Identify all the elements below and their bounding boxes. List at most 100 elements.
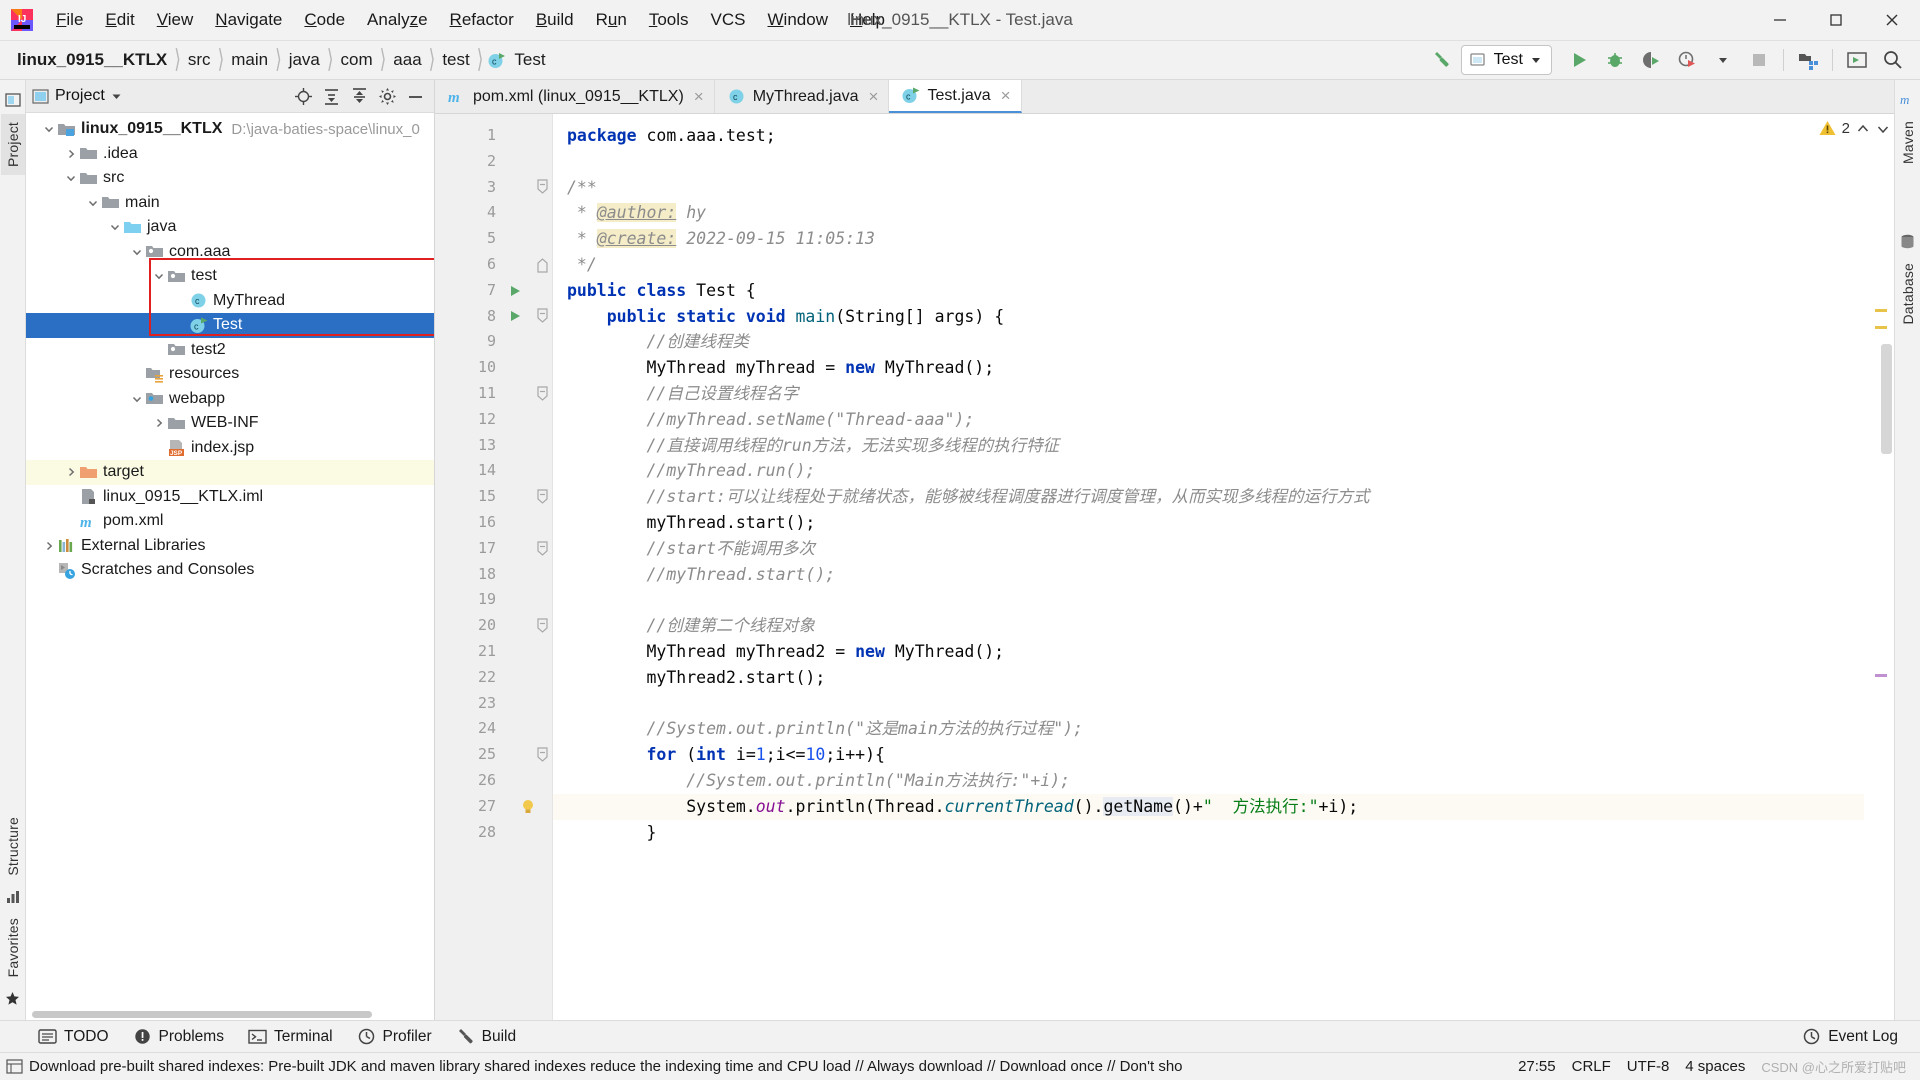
tree-node-linux-0915-ktlx[interactable]: linux_0915__KTLX D:\java-baties-space\lin… <box>26 117 434 142</box>
gutter-marker[interactable] <box>507 381 552 407</box>
tree-node-linux-0915-ktlx-iml[interactable]: linux_0915__KTLX.iml <box>26 485 434 510</box>
close-tab-icon[interactable]: × <box>869 87 879 107</box>
gutter-marker[interactable] <box>507 794 552 820</box>
tree-arrow-down-icon[interactable] <box>62 172 79 184</box>
gutter-marker[interactable] <box>507 639 552 665</box>
gutter-marker[interactable] <box>507 742 552 768</box>
tree-node-src[interactable]: src <box>26 166 434 191</box>
gutter-marker[interactable] <box>507 226 552 252</box>
minimize-icon[interactable] <box>1752 0 1808 41</box>
terminal-window-icon[interactable] <box>1840 44 1874 76</box>
bottom-tool-terminal[interactable]: Terminal <box>238 1023 343 1050</box>
gutter-marker[interactable] <box>507 123 552 149</box>
bottom-tool-problems[interactable]: Problems <box>123 1023 234 1050</box>
code-line[interactable] <box>553 587 1864 613</box>
code-line[interactable]: //直接调用线程的run方法，无法实现多线程的执行特征 <box>553 433 1864 459</box>
code-line[interactable]: //start不能调用多次 <box>553 536 1864 562</box>
gutter-marker[interactable] <box>507 252 552 278</box>
file-encoding[interactable]: UTF-8 <box>1627 1058 1670 1075</box>
sidebar-item-structure[interactable]: Structure <box>1 809 25 884</box>
code-editor[interactable]: 1 2 3 4 5 6 7 8 9 10 11 12 13 14 15 16 17 18 19 20 21 22 23 24 2… <box>435 114 1894 1020</box>
fold-region-start-icon[interactable] <box>536 618 549 634</box>
menu-help[interactable]: Help <box>839 7 896 33</box>
tree-node-java[interactable]: java <box>26 215 434 240</box>
tree-node-index-jsp[interactable]: JSP index.jsp <box>26 436 434 461</box>
tree-node-scratches-and-consoles[interactable]: Scratches and Consoles <box>26 558 434 583</box>
bottom-tool-profiler[interactable]: Profiler <box>347 1023 442 1050</box>
run-button[interactable] <box>1562 44 1596 76</box>
code-line[interactable]: package com.aaa.test; <box>553 123 1864 149</box>
breadcrumb-item-class[interactable]: Test <box>511 50 548 70</box>
code-line[interactable]: * @author: hy <box>553 200 1864 226</box>
code-line[interactable]: //自己设置线程名字 <box>553 381 1864 407</box>
menu-file[interactable]: File <box>45 7 94 33</box>
tree-node-com-aaa[interactable]: com.aaa <box>26 240 434 265</box>
tree-arrow-down-icon[interactable] <box>128 393 145 405</box>
collapse-all-icon[interactable] <box>347 84 372 109</box>
breadcrumb-item-test[interactable]: test <box>439 50 472 70</box>
chevron-down-icon[interactable] <box>1706 44 1740 76</box>
gutter-marker[interactable] <box>507 200 552 226</box>
tree-node-target[interactable]: target <box>26 460 434 485</box>
menu-window[interactable]: Window <box>757 7 839 33</box>
menu-build[interactable]: Build <box>525 7 585 33</box>
run-with-coverage-button[interactable] <box>1634 44 1668 76</box>
gutter-marker[interactable] <box>507 149 552 175</box>
code-line[interactable]: //start:可以让线程处于就绪状态，能够被线程调度器进行调度管理，从而实现多… <box>553 484 1864 510</box>
tree-arrow-down-icon[interactable] <box>128 246 145 258</box>
sidebar-item-favorites[interactable]: Favorites <box>1 910 25 985</box>
gutter-marker[interactable] <box>507 484 552 510</box>
menu-vcs[interactable]: VCS <box>700 7 757 33</box>
menu-code[interactable]: Code <box>293 7 356 33</box>
code-line[interactable]: //创建线程类 <box>553 329 1864 355</box>
hide-panel-icon[interactable] <box>403 84 428 109</box>
tree-node-idea[interactable]: .idea <box>26 142 434 167</box>
debug-button[interactable] <box>1598 44 1632 76</box>
sidebar-item-project[interactable]: Project <box>0 114 25 175</box>
search-everywhere-icon[interactable] <box>1876 44 1910 76</box>
close-tab-icon[interactable]: × <box>694 87 704 107</box>
code-line[interactable]: //创建第二个线程对象 <box>553 613 1864 639</box>
code-line[interactable]: public static void main(String[] args) { <box>553 304 1864 330</box>
build-hammer-icon[interactable] <box>1425 44 1459 76</box>
code-content[interactable]: package com.aaa.test; /** * @author: hy … <box>553 114 1864 1020</box>
code-line[interactable]: public class Test { <box>553 278 1864 304</box>
project-structure-button[interactable] <box>1791 44 1825 76</box>
gear-icon[interactable] <box>375 84 400 109</box>
editor-tab-pom[interactable]: m pom.xml (linux_0915__KTLX) × <box>435 80 715 113</box>
profiler-button[interactable] <box>1670 44 1704 76</box>
gutter-marker[interactable] <box>507 355 552 381</box>
menu-view[interactable]: View <box>146 7 205 33</box>
inspection-summary[interactable]: 2 <box>1819 120 1890 137</box>
tree-arrow-down-icon[interactable] <box>106 221 123 233</box>
gutter-marker[interactable] <box>507 562 552 588</box>
tree-node-pom-xml[interactable]: m pom.xml <box>26 509 434 534</box>
breadcrumb-item-src[interactable]: src <box>185 50 214 70</box>
gutter-marker[interactable] <box>507 407 552 433</box>
stop-button[interactable] <box>1742 44 1776 76</box>
inspection-marker-warning[interactable] <box>1875 309 1887 312</box>
tree-arrow-right-icon[interactable] <box>62 148 79 160</box>
project-tree[interactable]: linux_0915__KTLX D:\java-baties-space\lin… <box>26 113 434 1020</box>
inspection-marker-usage[interactable] <box>1875 674 1887 677</box>
menu-navigate[interactable]: Navigate <box>204 7 293 33</box>
tree-arrow-down-icon[interactable] <box>150 270 167 282</box>
code-line[interactable] <box>553 691 1864 717</box>
code-line[interactable]: for (int i=1;i<=10;i++){ <box>553 742 1864 768</box>
tree-node-external-libraries[interactable]: External Libraries <box>26 534 434 559</box>
code-line[interactable]: MyThread myThread = new MyThread(); <box>553 355 1864 381</box>
code-line[interactable]: /** <box>553 175 1864 201</box>
fold-region-start-icon[interactable] <box>536 179 549 195</box>
intention-bulb-icon[interactable] <box>519 798 537 816</box>
inspection-marker-bar[interactable]: 2 <box>1819 114 1894 1020</box>
code-line[interactable]: System.out.println(Thread.currentThread(… <box>553 793 1864 820</box>
fold-region-start-icon[interactable] <box>536 386 549 402</box>
fold-region-start-icon[interactable] <box>536 489 549 505</box>
gutter-marker[interactable] <box>507 768 552 794</box>
tree-arrow-down-icon[interactable] <box>40 123 57 135</box>
gutter-marker[interactable] <box>507 304 552 330</box>
gutter-marker[interactable] <box>507 510 552 536</box>
close-tab-icon[interactable]: × <box>1001 86 1011 106</box>
fold-region-start-icon[interactable] <box>536 747 549 763</box>
caret-position[interactable]: 27:55 <box>1518 1058 1556 1075</box>
